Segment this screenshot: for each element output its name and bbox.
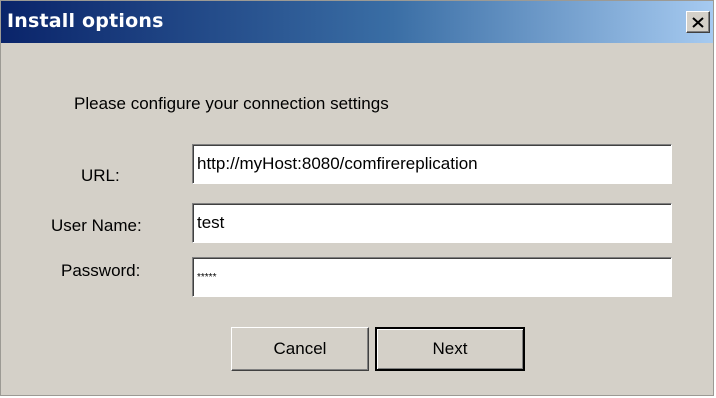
close-icon [692,16,704,28]
url-label: URL: [81,166,120,185]
next-button[interactable]: Next [375,327,525,371]
install-options-dialog: Install options Please configure your co… [0,0,714,396]
dialog-title: Install options [7,10,164,32]
instruction-text: Please configure your connection setting… [74,94,389,113]
username-label: User Name: [51,216,142,235]
title-bar: Install options [1,1,713,43]
username-input[interactable] [192,203,672,243]
close-button[interactable] [686,11,710,33]
password-input[interactable] [192,257,672,297]
url-input[interactable] [192,144,672,184]
password-label: Password: [61,261,141,280]
cancel-button[interactable]: Cancel [231,327,369,371]
